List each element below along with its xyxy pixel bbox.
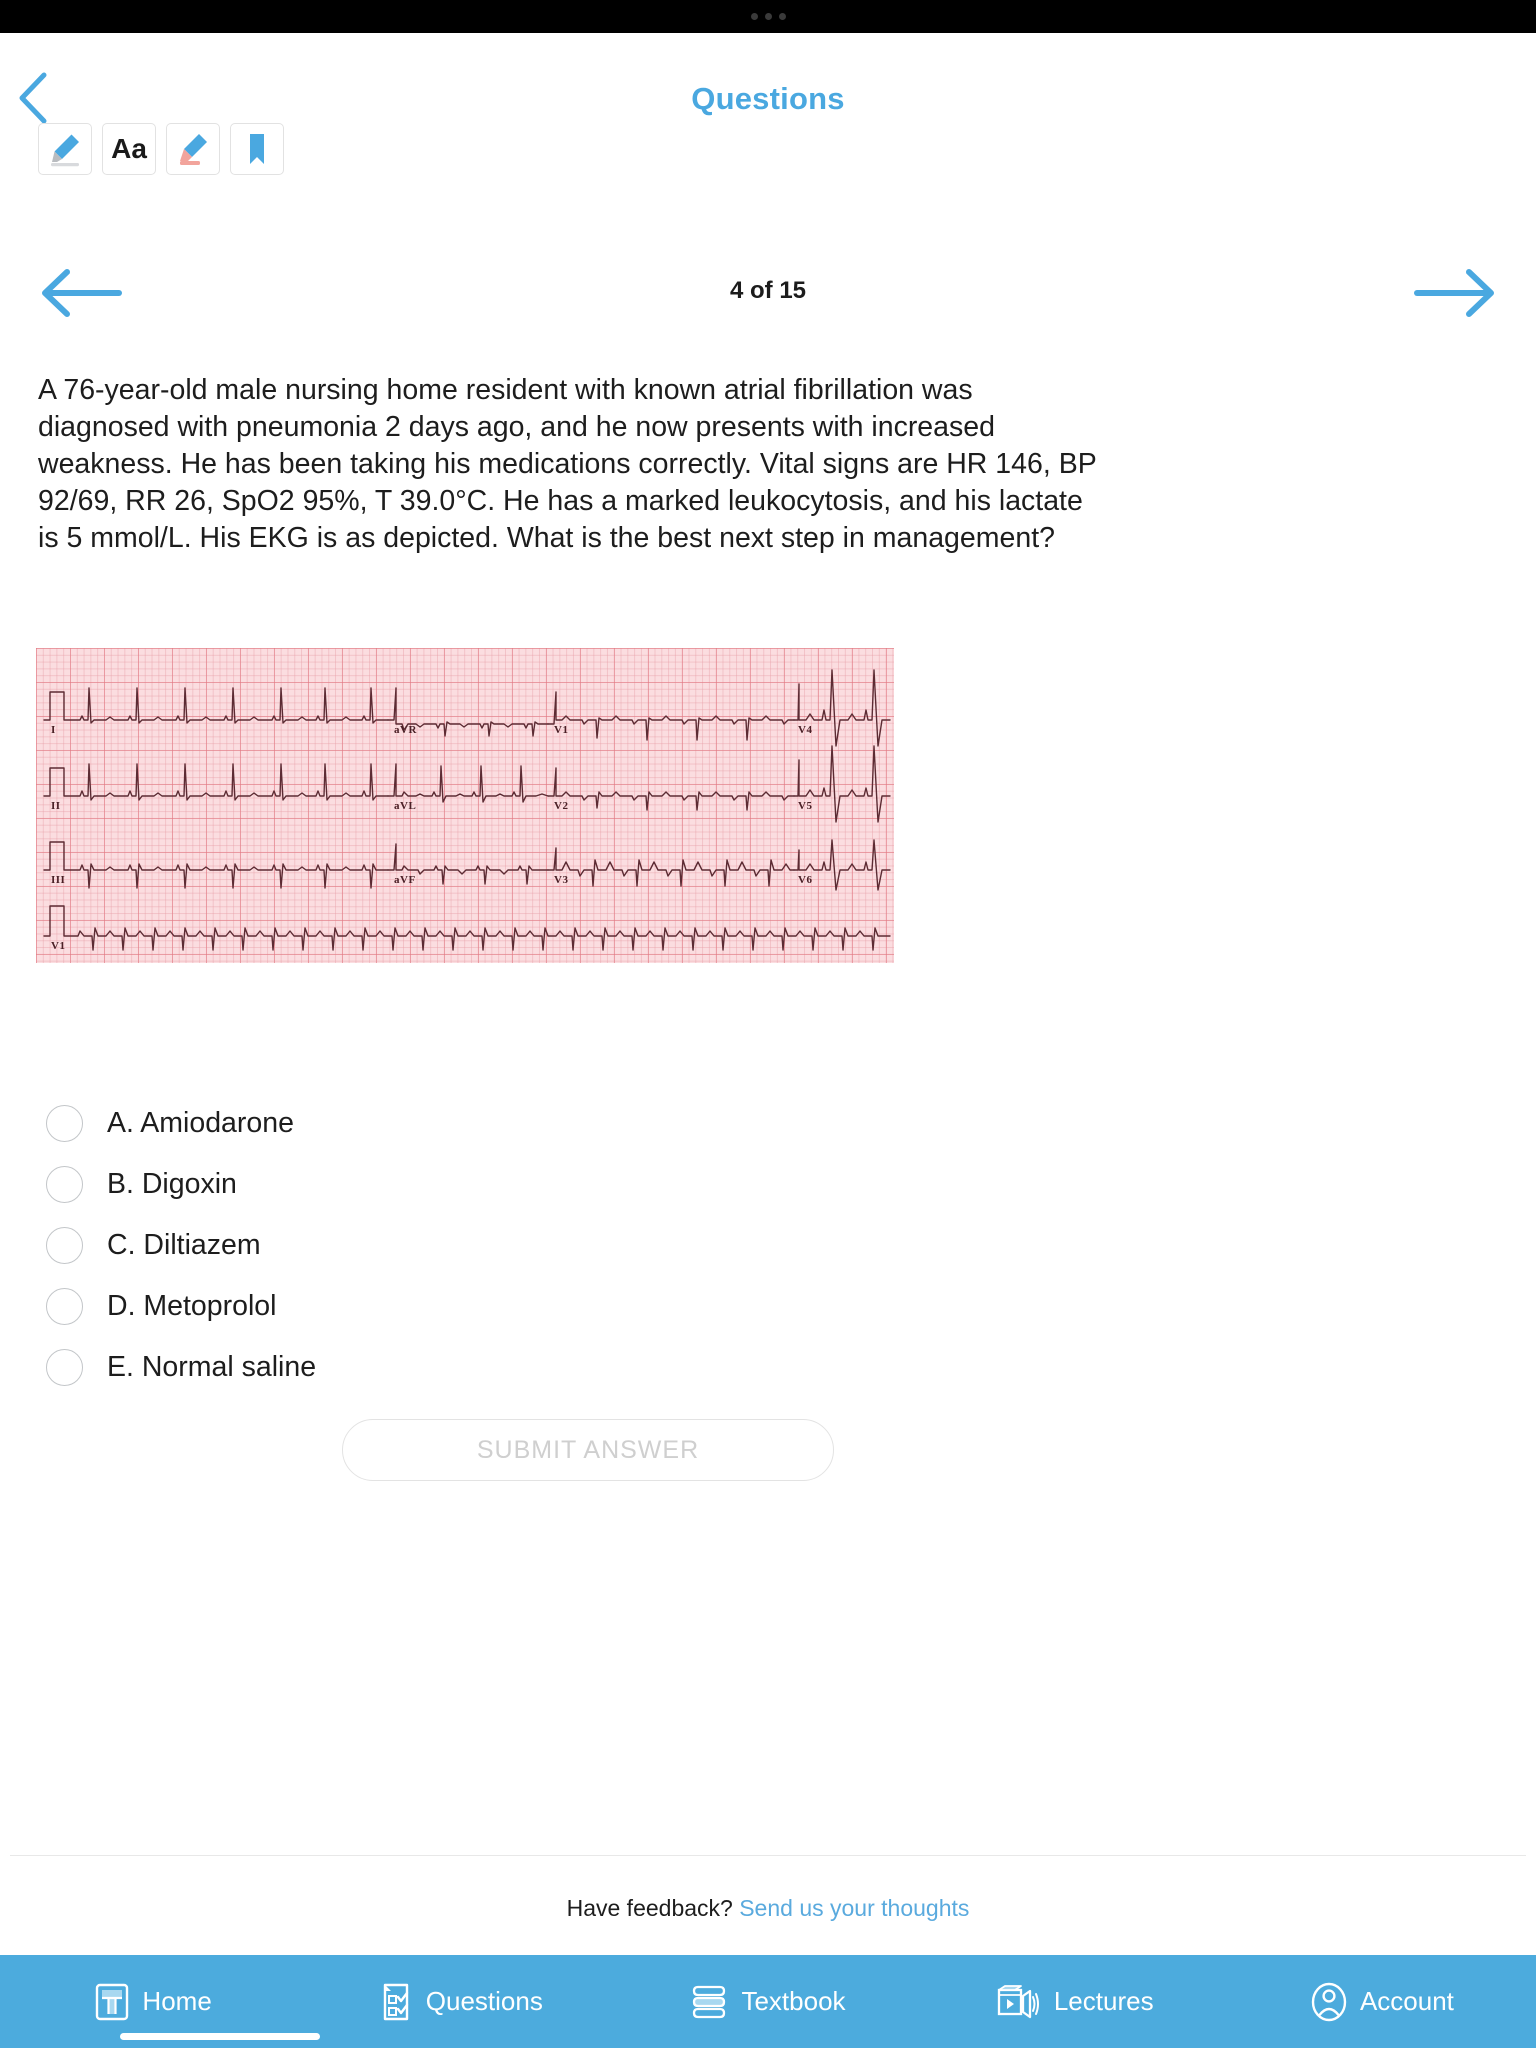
option-row-b[interactable]: B. Digoxin — [46, 1161, 946, 1207]
eraser-tool[interactable] — [166, 123, 220, 175]
ekg-lead-label-II: II — [51, 800, 61, 812]
radio-button-a[interactable] — [46, 1104, 83, 1142]
question-stem: A 76-year-old male nursing home resident… — [38, 374, 1097, 554]
nav-textbook-label: Textbook — [741, 1986, 846, 2016]
home-indicator — [120, 2033, 320, 2040]
nav-questions-label: Questions — [425, 1986, 543, 2016]
ekg-lead-label-V4: V4 — [798, 724, 813, 736]
question-counter: 4 of 15 — [729, 277, 807, 304]
text-size-tool[interactable]: Aa — [102, 123, 156, 175]
option-label-c: C. Diltiazem — [107, 1228, 261, 1261]
option-label-b: B. Digoxin — [107, 1167, 237, 1200]
option-row-e[interactable]: E. Normal saline — [46, 1344, 946, 1390]
option-label-a: A. Amiodarone — [107, 1106, 294, 1139]
ekg-12-lead-image: I aVR V1 V4 II aVL V2 V5 III aVF V3 V6 V… — [36, 648, 894, 963]
bottom-navigation: Home Questions Textbook Lectures Account — [0, 1955, 1536, 2048]
nav-home-label: Home — [142, 1986, 212, 2016]
ekg-lead-label-aVL: aVL — [394, 800, 417, 812]
questions-icon — [383, 1983, 408, 2020]
radio-button-e[interactable] — [46, 1348, 83, 1386]
ekg-lead-label-V6: V6 — [798, 874, 813, 886]
ekg-lead-label-aVF: aVF — [394, 874, 416, 886]
ekg-traces — [43, 669, 891, 951]
bookmark-icon — [250, 134, 264, 164]
option-label-d: D. Metoprolol — [107, 1289, 277, 1322]
ekg-lead-label-aVR: aVR — [394, 724, 417, 736]
option-label-e: E. Normal saline — [107, 1350, 317, 1383]
submit-answer-button[interactable]: SUBMIT ANSWER — [342, 1419, 834, 1481]
option-row-c[interactable]: C. Diltiazem — [46, 1222, 946, 1268]
page-title: Questions — [691, 81, 845, 116]
textbook-icon — [693, 1985, 726, 2018]
answer-options: A. Amiodarone B. Digoxin C. Diltiazem D.… — [46, 1100, 946, 1405]
lectures-icon — [997, 1984, 1039, 2018]
highlighter-icon — [51, 134, 79, 167]
app-header: Questions — [0, 33, 1536, 124]
annotation-toolbar: Aa — [38, 123, 284, 175]
ekg-lead-label-V3: V3 — [554, 874, 569, 886]
ekg-lead-label-V5: V5 — [798, 800, 813, 812]
highlighter-tool[interactable] — [38, 123, 92, 175]
ekg-lead-label-V2: V2 — [554, 800, 569, 812]
text-size-label: Aa — [111, 133, 147, 164]
nav-account-label: Account — [1359, 1986, 1454, 2016]
next-question-button[interactable] — [1410, 265, 1500, 321]
radio-button-b[interactable] — [46, 1165, 83, 1203]
nav-lectures[interactable]: Lectures — [922, 1955, 1229, 2048]
option-row-d[interactable]: D. Metoprolol — [46, 1283, 946, 1329]
status-bar — [0, 0, 1536, 33]
status-dots-icon — [750, 13, 786, 20]
bookmark-tool[interactable] — [230, 123, 284, 175]
nav-lectures-label: Lectures — [1053, 1986, 1154, 2016]
ekg-lead-label-III: III — [51, 874, 66, 886]
feedback-prompt: Have feedback? — [566, 1895, 733, 1921]
feedback-bar: Have feedback? Send us your thoughts — [0, 1895, 1536, 1922]
question-pager: 4 of 15 — [0, 265, 1536, 325]
ekg-image-container[interactable]: I aVR V1 V4 II aVL V2 V5 III aVF V3 V6 V… — [36, 648, 894, 963]
radio-button-c[interactable] — [46, 1226, 83, 1264]
app-root: Questions Aa 4 of 15 A 76-year-old male … — [0, 0, 1536, 2048]
account-icon — [1311, 1982, 1347, 2021]
nav-questions[interactable]: Questions — [307, 1955, 614, 2048]
option-row-a[interactable]: A. Amiodarone — [46, 1100, 946, 1146]
nav-account[interactable]: Account — [1229, 1955, 1536, 2048]
radio-button-d[interactable] — [46, 1287, 83, 1325]
home-icon — [96, 1983, 129, 2020]
ekg-rhythm-strip-label: V1 — [51, 940, 66, 952]
eraser-icon — [180, 134, 207, 165]
nav-textbook[interactable]: Textbook — [614, 1955, 921, 2048]
ekg-lead-label-V1: V1 — [554, 724, 569, 736]
feedback-divider — [10, 1855, 1526, 1856]
feedback-link[interactable]: Send us your thoughts — [739, 1895, 969, 1921]
ekg-lead-label-I: I — [51, 724, 56, 736]
arrow-right-icon — [1414, 269, 1494, 317]
